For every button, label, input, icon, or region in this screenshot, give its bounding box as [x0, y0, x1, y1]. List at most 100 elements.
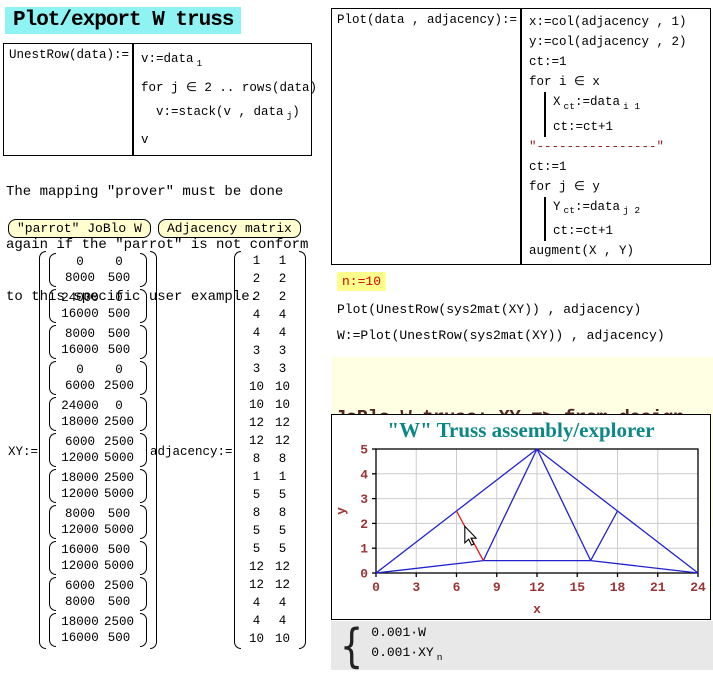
matrix-cell: 12000 — [59, 450, 101, 466]
trace-lines: 0.001·W0.001·XYn — [371, 623, 442, 668]
matrix-row: 55 — [244, 540, 296, 558]
matrix-cell: 16000 — [59, 630, 101, 646]
matrix-row: 44 — [244, 612, 296, 630]
program-line: Xct:=datai 1 — [553, 92, 687, 117]
matrix-row: 16000500 — [59, 306, 137, 322]
truss-chart-region[interactable]: "W" Truss assembly/explorer 036912151821… — [331, 414, 711, 620]
paren-left-icon — [49, 577, 56, 611]
matrix-cell: 4 — [244, 306, 270, 324]
xy-matrix: 0080005002400001600050080005001600050000… — [39, 251, 157, 653]
matrix-row: 60002500 — [59, 378, 137, 394]
program-line: ct:=1 — [529, 52, 687, 72]
matrix-cell: 5000 — [101, 450, 137, 466]
x-tick-label: 9 — [493, 580, 501, 595]
truss-member — [376, 561, 483, 573]
matrix-cell: 2500 — [101, 434, 137, 450]
matrix-cell: 16000 — [59, 342, 101, 358]
matrix-cell: 18000 — [59, 470, 101, 486]
matrix-cell: 500 — [101, 306, 137, 322]
matrix-row: 44 — [244, 324, 296, 342]
matrix-cell: 4 — [244, 612, 270, 630]
matrix-cell: 10 — [270, 396, 296, 414]
matrix-row: 55 — [244, 486, 296, 504]
program-line: ct:=ct+1 — [553, 221, 687, 241]
matrix-row: 11 — [244, 252, 296, 270]
matrix-cell: 4 — [244, 594, 270, 612]
paren-right-icon — [140, 469, 147, 503]
matrix-cell: 8 — [244, 450, 270, 468]
matrix-cell: 2 — [270, 270, 296, 288]
truss-member — [483, 449, 537, 561]
y-tick-label: 1 — [360, 542, 368, 557]
matrix-cell: 12000 — [59, 522, 101, 538]
trace-expressions-region[interactable]: { 0.001·W0.001·XYn — [331, 621, 713, 670]
unestrow-function-region[interactable]: UnestRow(data):= v:=data1for j ∈ 2 .. ro… — [3, 43, 312, 156]
plot-call-statement[interactable]: Plot(UnestRow(sys2mat(XY)) , adjacency) — [337, 302, 641, 317]
paren-left-icon — [49, 397, 56, 431]
adjacency-tag[interactable]: Adjacency matrix — [158, 219, 301, 238]
matrix-cell: 24000 — [59, 290, 101, 306]
left-brace-icon: { — [340, 626, 363, 666]
adjacency-matrix-label: adjacency:= — [150, 445, 233, 459]
matrix-row: 22 — [244, 288, 296, 306]
truss-plot[interactable]: 03691215182124012345xy — [332, 443, 710, 619]
program-line: "----------------" — [529, 137, 687, 157]
parrot-tag[interactable]: "parrot" JoBlo W — [8, 219, 151, 238]
matrix-cell: 8 — [270, 450, 296, 468]
n-assignment[interactable]: n:=10 — [337, 272, 386, 291]
matrix-body: 1122224444333310101010121212128811558855… — [241, 251, 299, 649]
matrix-body: 240000180002500 — [56, 397, 140, 431]
program-inner-block: Xct:=datai 1ct:=ct+1 — [544, 92, 687, 137]
paren-right-icon — [140, 289, 147, 323]
program-inner-block: Yct:=dataj 2ct:=ct+1 — [544, 197, 687, 242]
matrix-cell: 4 — [270, 324, 296, 342]
matrix-row: 16000500 — [59, 630, 137, 646]
matrix-cell: 2500 — [101, 470, 137, 486]
program-line: v:=data1 — [141, 47, 317, 76]
paren-left-icon — [49, 469, 56, 503]
matrix-cell: 3 — [244, 360, 270, 378]
matrix-cell: 24000 — [59, 398, 101, 414]
matrix-row: 180002500 — [59, 614, 137, 630]
matrix: 180002500120005000 — [49, 469, 147, 503]
x-tick-label: 12 — [529, 580, 545, 595]
matrix-cell: 500 — [101, 342, 137, 358]
matrix-row: 120005000 — [59, 450, 137, 466]
matrix-cell: 16000 — [59, 542, 101, 558]
w-assignment-statement[interactable]: W:=Plot(UnestRow(sys2mat(XY)) , adjacenc… — [337, 328, 665, 343]
matrix-cell: 8000 — [59, 594, 101, 610]
matrix-cell: 6000 — [59, 578, 101, 594]
matrix-cell: 2 — [244, 288, 270, 306]
matrix-cell: 2500 — [101, 414, 137, 430]
plot-lhs: Plot(data , adjacency):= — [332, 9, 518, 27]
matrix-row: 180002500 — [59, 470, 137, 486]
matrix-row: 120005000 — [59, 522, 137, 538]
matrix-body: 18000250016000500 — [56, 613, 140, 647]
matrix-row: 88 — [244, 450, 296, 468]
matrix-row: 8000500 — [59, 270, 137, 286]
matrix-cell: 10 — [244, 396, 270, 414]
matrix-cell: 4 — [270, 306, 296, 324]
page-title[interactable]: Plot/export W truss — [5, 7, 241, 34]
matrix-cell: 5 — [270, 522, 296, 540]
matrix-body: 800050016000500 — [56, 325, 140, 359]
matrix-cell: 2 — [270, 288, 296, 306]
paren-left-icon — [49, 325, 56, 359]
plot-function-region[interactable]: Plot(data , adjacency):= x:=col(adjacenc… — [331, 8, 711, 265]
adjacency-matrix-region[interactable]: adjacency:= 1122224444333310101010121212… — [150, 251, 306, 653]
matrix: 008000500 — [49, 253, 147, 287]
matrix-row: 8000500 — [59, 326, 137, 342]
matrix-cell: 5 — [270, 540, 296, 558]
y-tick-label: 0 — [360, 567, 368, 582]
matrix-cell: 10 — [270, 630, 296, 648]
matrix-row: 120005000 — [59, 558, 137, 574]
chart-title: "W" Truss assembly/explorer — [332, 418, 710, 443]
program-line: for i ∈ x — [529, 72, 687, 92]
x-tick-label: 21 — [650, 580, 666, 595]
matrix-row: 44 — [244, 306, 296, 324]
matrix-cell: 0 — [101, 398, 137, 414]
xy-matrix-region[interactable]: XY:= 00800050024000016000500800050016000… — [8, 251, 157, 653]
matrix-row: 11 — [244, 468, 296, 486]
matrix-cell: 18000 — [59, 414, 101, 430]
matrix-cell: 8000 — [59, 270, 101, 286]
